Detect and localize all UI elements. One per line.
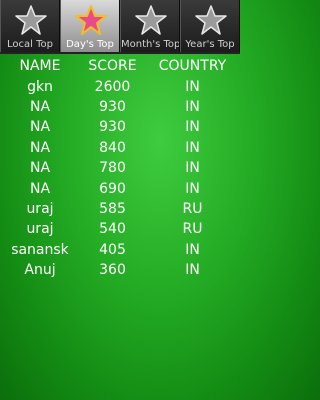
cell-name: NA: [29, 119, 51, 136]
cell-name: Anuj: [24, 262, 56, 279]
cell-name: NA: [29, 139, 51, 156]
cell-score: 930: [99, 119, 126, 136]
table-row: NA 690 IN: [0, 178, 240, 198]
cell-name: gkn: [27, 78, 53, 95]
star-icon: [195, 5, 227, 35]
star-icon: [15, 5, 47, 35]
star-icon: [75, 5, 107, 35]
column-header-country: COUNTRY: [158, 58, 227, 75]
table-row: gkn 2600 IN: [0, 76, 240, 96]
cell-name: uraj: [26, 200, 54, 217]
cell-country: IN: [185, 78, 200, 95]
cell-country: IN: [185, 262, 200, 279]
tab-local-top[interactable]: Local Top: [0, 0, 60, 52]
cell-country: IN: [185, 119, 200, 136]
cell-name: NA: [29, 98, 51, 115]
tab-days-top[interactable]: Day's Top: [60, 0, 120, 52]
table-row: sanansk 405 IN: [0, 240, 240, 260]
cell-country: IN: [185, 98, 200, 115]
table-row: NA 780 IN: [0, 158, 240, 178]
tab-bar: Local Top Day's Top Month's Top Year's T…: [0, 0, 240, 54]
cell-name: sanansk: [11, 241, 69, 258]
cell-country: RU: [182, 200, 203, 217]
cell-score: 690: [99, 180, 126, 197]
table-row: NA 930 IN: [0, 117, 240, 137]
leaderboard-table: NAME SCORE COUNTRY gkn 2600 IN NA 930 IN…: [0, 56, 240, 280]
cell-country: IN: [185, 160, 200, 177]
tab-label: Month's Top: [121, 39, 179, 50]
cell-score: 360: [99, 262, 126, 279]
column-header-score: SCORE: [88, 58, 137, 75]
column-header-name: NAME: [19, 58, 61, 75]
tab-label: Year's Top: [185, 39, 235, 50]
table-row: NA 930 IN: [0, 97, 240, 117]
cell-score: 405: [99, 241, 126, 258]
cell-name: NA: [29, 180, 51, 197]
table-row: NA 840 IN: [0, 138, 240, 158]
table-header-row: NAME SCORE COUNTRY: [0, 56, 240, 76]
tab-months-top[interactable]: Month's Top: [120, 0, 180, 52]
cell-score: 930: [99, 98, 126, 115]
tab-label: Day's Top: [66, 39, 114, 50]
cell-country: RU: [182, 221, 203, 238]
cell-name: NA: [29, 160, 51, 177]
cell-score: 540: [99, 221, 126, 238]
cell-score: 780: [99, 160, 126, 177]
cell-score: 2600: [94, 78, 131, 95]
tab-years-top[interactable]: Year's Top: [180, 0, 240, 52]
cell-country: IN: [185, 180, 200, 197]
table-row: Anuj 360 IN: [0, 260, 240, 280]
cell-country: IN: [185, 241, 200, 258]
cell-country: IN: [185, 139, 200, 156]
cell-name: uraj: [26, 221, 54, 238]
cell-score: 585: [99, 200, 126, 217]
star-icon: [135, 5, 167, 35]
cell-score: 840: [99, 139, 126, 156]
tab-label: Local Top: [7, 39, 53, 50]
table-row: uraj 540 RU: [0, 219, 240, 239]
table-row: uraj 585 RU: [0, 199, 240, 219]
